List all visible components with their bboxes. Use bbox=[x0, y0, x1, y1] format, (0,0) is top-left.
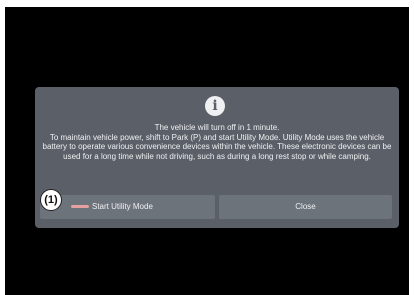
indicator-bar-icon bbox=[71, 205, 89, 208]
close-button[interactable]: Close bbox=[219, 195, 392, 219]
message-headline: The vehicle will turn off in 1 minute. bbox=[154, 123, 280, 132]
message-body: To maintain vehicle power, shift to Park… bbox=[42, 132, 392, 161]
start-utility-mode-button[interactable]: Start Utility Mode bbox=[40, 195, 215, 219]
close-label: Close bbox=[295, 202, 316, 211]
display-screen: i The vehicle will turn off in 1 minute.… bbox=[5, 7, 409, 295]
power-off-dialog: i The vehicle will turn off in 1 minute.… bbox=[35, 87, 399, 228]
info-icon: i bbox=[205, 96, 225, 116]
dialog-message: The vehicle will turn off in 1 minute. T… bbox=[41, 123, 393, 161]
callout-marker: (1) bbox=[40, 189, 62, 211]
start-utility-mode-label: Start Utility Mode bbox=[92, 202, 153, 211]
start-utility-mode-content: Start Utility Mode bbox=[40, 195, 215, 219]
